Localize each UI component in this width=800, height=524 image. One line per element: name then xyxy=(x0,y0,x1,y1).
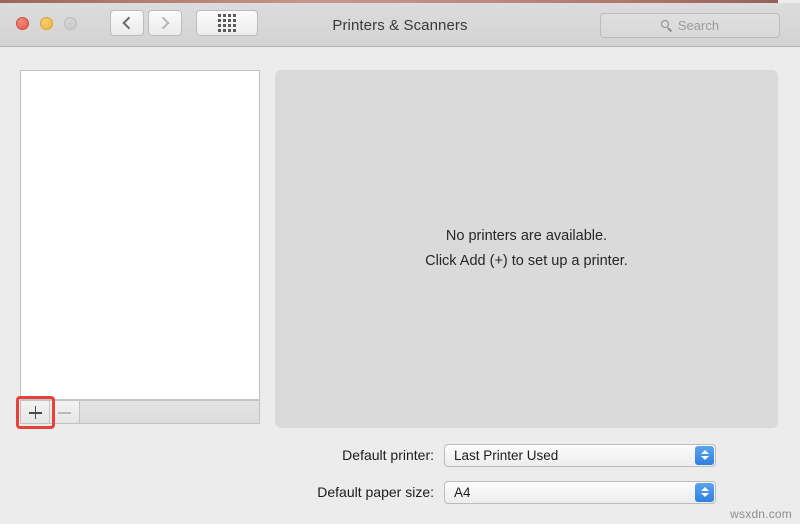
default-printer-value: Last Printer Used xyxy=(454,447,559,463)
watermark-label: wsxdn.com xyxy=(730,507,792,521)
search-icon xyxy=(660,20,672,31)
list-controls-filler xyxy=(80,400,260,424)
default-paper-size-row: Default paper size: A4 xyxy=(0,480,780,504)
default-paper-size-value: A4 xyxy=(454,484,471,500)
printers-and-scanners-window: Printers & Scanners Search No printers a… xyxy=(0,0,800,524)
chevron-up-icon xyxy=(700,487,709,491)
plus-icon-vertical xyxy=(34,406,37,420)
chevron-updown-icon[interactable] xyxy=(695,445,714,465)
empty-state-line-1: No printers are available. xyxy=(445,228,608,245)
printer-list-controls xyxy=(20,400,260,424)
empty-state-line-2: Click Add (+) to set up a printer. xyxy=(425,252,628,269)
remove-printer-button[interactable] xyxy=(50,400,80,424)
search-field-contents: Search xyxy=(601,14,779,37)
default-paper-size-label: Default paper size: xyxy=(317,484,434,500)
minus-icon xyxy=(58,412,71,414)
default-printer-label: Default printer: xyxy=(342,447,434,463)
preference-pane-body: No printers are available. Click Add (+)… xyxy=(0,47,800,524)
default-printer-row: Default printer: Last Printer Used xyxy=(0,443,780,467)
add-printer-button[interactable] xyxy=(20,400,50,424)
search-placeholder-label: Search xyxy=(677,18,720,33)
chevron-up-icon xyxy=(700,450,709,454)
chevron-down-icon xyxy=(700,456,709,460)
search-input[interactable]: Search xyxy=(600,13,780,38)
chevron-updown-icon[interactable] xyxy=(695,482,714,502)
window-toolbar: Printers & Scanners Search xyxy=(0,3,800,47)
chevron-down-icon xyxy=(700,493,709,497)
printer-list[interactable] xyxy=(20,70,260,400)
default-paper-size-dropdown[interactable]: A4 xyxy=(444,480,716,504)
default-printer-dropdown[interactable]: Last Printer Used xyxy=(444,443,716,467)
empty-state-message: No printers are available. Click Add (+)… xyxy=(275,70,778,428)
printer-detail-panel: No printers are available. Click Add (+)… xyxy=(275,70,778,428)
